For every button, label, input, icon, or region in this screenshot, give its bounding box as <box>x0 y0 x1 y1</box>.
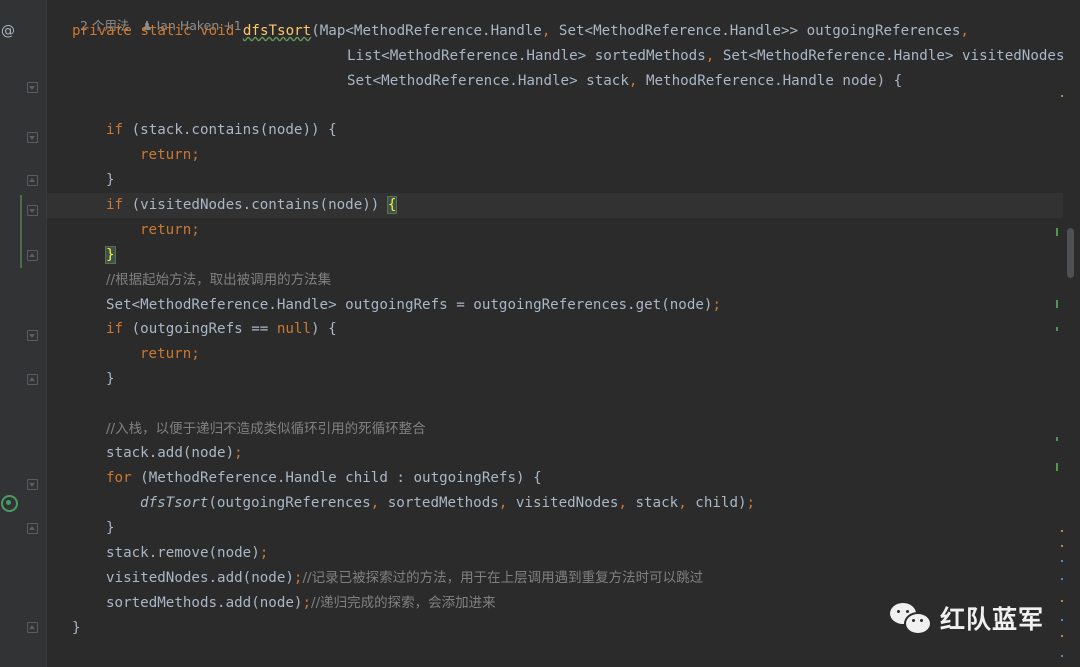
code-line: if (stack.contains(node)) { <box>106 122 337 138</box>
scrollbar-thumb[interactable] <box>1067 228 1074 278</box>
keyword: private <box>72 23 132 39</box>
fold-marker-icon[interactable] <box>27 250 38 261</box>
keyword: void <box>200 23 235 39</box>
change-stripe[interactable] <box>1056 437 1058 441</box>
code-line: return; <box>140 222 200 238</box>
fold-marker-icon[interactable] <box>27 622 38 633</box>
watermark-name: 红队蓝军 <box>940 605 1045 634</box>
wechat-icon <box>890 601 932 635</box>
fold-marker-icon[interactable] <box>27 82 38 93</box>
brace-match-highlight: { <box>386 196 398 214</box>
editor-gutter: @ <box>0 0 47 667</box>
code-line: if (outgoingRefs == null) { <box>106 321 337 337</box>
comment-line: //根据起始方法，取出被调用的方法集 <box>106 272 332 288</box>
fold-marker-icon[interactable] <box>27 523 38 534</box>
fold-marker-icon[interactable] <box>27 374 38 385</box>
change-stripe[interactable] <box>1056 327 1058 331</box>
code-line: } <box>106 172 115 188</box>
vertical-scrollbar[interactable] <box>1063 0 1080 667</box>
code-line: stack.remove(node); <box>106 545 269 561</box>
method-name: dfsTsort <box>242 23 312 39</box>
code-line: stack.add(node); <box>106 445 243 461</box>
watermark: 红队蓝军 <box>890 598 1044 638</box>
fold-marker-icon[interactable] <box>27 330 38 341</box>
comment-line: //入栈，以便于递归不造成类似循环引用的死循环整合 <box>106 421 426 437</box>
change-stripe[interactable] <box>1056 228 1058 236</box>
fold-marker-icon[interactable] <box>27 205 38 216</box>
code-line: dfsTsort(outgoingReferences, sortedMetho… <box>140 495 756 511</box>
code-line: Set<MethodReference.Handle> stack, Metho… <box>347 73 903 89</box>
change-stripe[interactable] <box>1056 463 1058 471</box>
code-line: } <box>106 371 115 387</box>
change-stripe[interactable] <box>1056 300 1058 308</box>
recursive-call: dfsTsort <box>140 495 209 511</box>
code-line: for (MethodReference.Handle child : outg… <box>106 470 542 486</box>
keyword: static <box>140 23 192 39</box>
code-line: return; <box>140 346 200 362</box>
fold-marker-icon[interactable] <box>27 175 38 186</box>
recursive-call-icon[interactable] <box>1 495 18 512</box>
fold-marker-icon[interactable] <box>27 132 38 143</box>
code-line: List<MethodReference.Handle> sortedMetho… <box>347 48 1063 64</box>
code-line: } <box>106 520 115 536</box>
override-icon[interactable]: @ <box>0 22 16 40</box>
code-line: } <box>47 243 1063 268</box>
vcs-change-marker[interactable] <box>20 195 22 268</box>
code-line: Set<MethodReference.Handle> outgoingRefs… <box>106 297 722 313</box>
code-line: return; <box>140 147 200 163</box>
current-code-line: if (visitedNodes.contains(node)) { <box>47 193 1063 218</box>
code-line: private static void dfsTsort(Map<MethodR… <box>72 23 969 39</box>
brace-match-highlight: } <box>105 246 116 264</box>
code-editor[interactable]: private static void dfsTsort(Map<MethodR… <box>47 0 1063 667</box>
code-line: visitedNodes.add(node);//记录已被探索过的方法，用于在上… <box>106 570 704 586</box>
fold-marker-icon[interactable] <box>27 479 38 490</box>
